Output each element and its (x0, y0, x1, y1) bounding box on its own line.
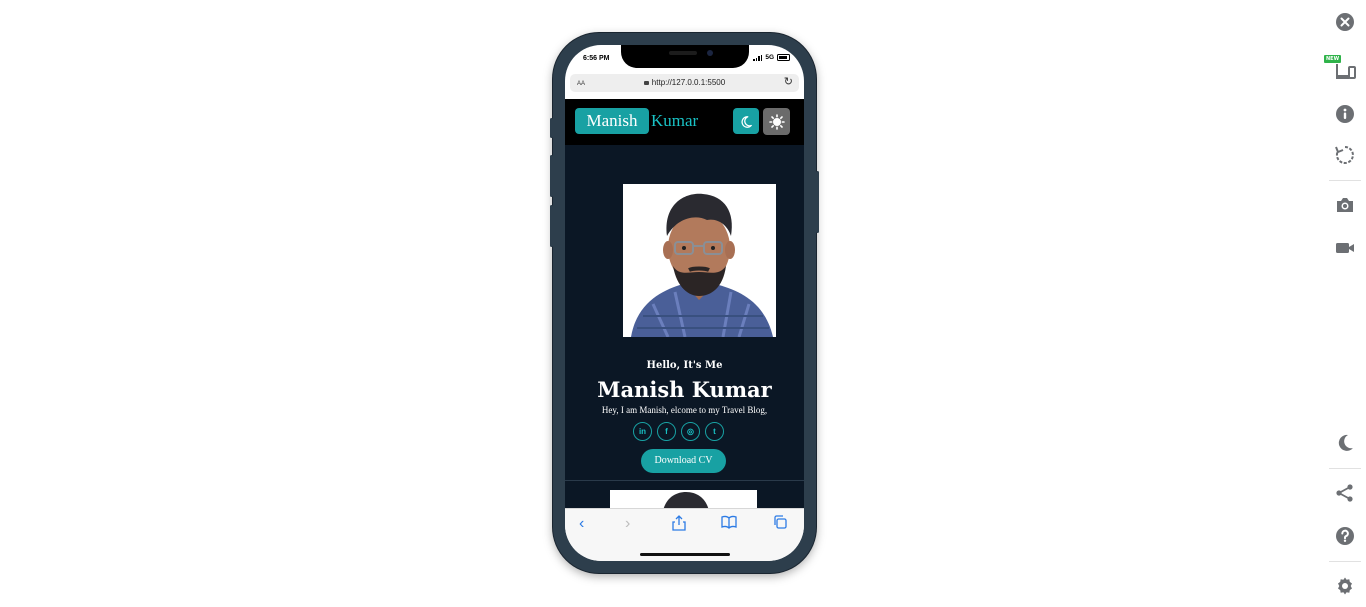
twitter-icon[interactable]: t (705, 422, 724, 441)
camera-icon[interactable] (1335, 195, 1355, 215)
dark-mode-icon[interactable] (1335, 433, 1355, 453)
sun-icon (768, 113, 785, 130)
speaker (669, 51, 697, 55)
rotate-icon[interactable] (1335, 145, 1355, 165)
lock-icon (643, 81, 649, 85)
social-links: in f ◎ t (633, 422, 724, 441)
greeting-text: Hello, It's Me (646, 360, 723, 371)
settings-icon[interactable] (1335, 576, 1355, 596)
help-icon[interactable] (1335, 526, 1355, 546)
url-field[interactable]: http://127.0.0.1:5500 (570, 78, 799, 87)
close-icon[interactable] (1335, 12, 1355, 32)
share-sheet-icon[interactable] (672, 515, 686, 536)
logo-last-name[interactable]: Kumar (651, 111, 698, 131)
forward-icon[interactable]: › (625, 515, 630, 533)
front-camera (707, 50, 713, 56)
status-time: 6:56 PM (583, 55, 610, 62)
secondary-photo (610, 490, 757, 508)
reload-icon[interactable]: ↻ (784, 76, 793, 89)
site-navbar: Manish Kumar (565, 99, 804, 145)
dark-theme-button[interactable] (733, 108, 759, 134)
section-divider (565, 480, 804, 481)
url-text: http://127.0.0.1:5500 (651, 78, 726, 87)
notch (621, 45, 749, 68)
hero-name: Manish Kumar (597, 377, 772, 402)
network-label: 5G (765, 54, 774, 61)
mute-switch (550, 118, 553, 138)
home-indicator (640, 553, 730, 556)
tools-sidebar: NEW (1318, 0, 1366, 607)
tools-divider (1329, 180, 1361, 181)
phone-frame: 6:56 PM 5G AA http://127.0.0.1:5500 ↻ Ma… (550, 33, 819, 573)
bookmarks-icon[interactable] (721, 515, 737, 534)
phone-screen: 6:56 PM 5G AA http://127.0.0.1:5500 ↻ Ma… (565, 45, 804, 561)
logo-first-name[interactable]: Manish (575, 108, 649, 134)
facebook-icon[interactable]: f (657, 422, 676, 441)
moon-icon (739, 113, 753, 129)
linkedin-icon[interactable]: in (633, 422, 652, 441)
volume-up-button (550, 155, 553, 197)
profile-photo (623, 184, 776, 337)
tabs-icon[interactable] (773, 515, 787, 534)
browser-toolbar: ‹ › (565, 508, 804, 561)
device-icon[interactable] (1335, 60, 1356, 80)
info-icon[interactable] (1335, 104, 1355, 124)
video-icon[interactable] (1335, 238, 1355, 258)
back-icon[interactable]: ‹ (579, 515, 584, 533)
tools-divider (1329, 468, 1361, 469)
hero-tagline: Hey, I am Manish, elcome to my Travel Bl… (601, 405, 768, 415)
address-bar[interactable]: AA http://127.0.0.1:5500 ↻ (570, 74, 799, 92)
web-page: Manish Kumar Hello, It's Me Manish Kumar… (565, 99, 804, 508)
status-indicators: 5G (753, 54, 790, 61)
instagram-icon[interactable]: ◎ (681, 422, 700, 441)
power-button (816, 171, 819, 233)
volume-down-button (550, 205, 553, 247)
light-theme-button[interactable] (763, 108, 790, 135)
share-icon[interactable] (1335, 483, 1355, 503)
tools-divider (1329, 561, 1361, 562)
battery-icon (777, 54, 790, 61)
signal-icon (753, 54, 763, 61)
download-cv-button[interactable]: Download CV (641, 449, 726, 473)
